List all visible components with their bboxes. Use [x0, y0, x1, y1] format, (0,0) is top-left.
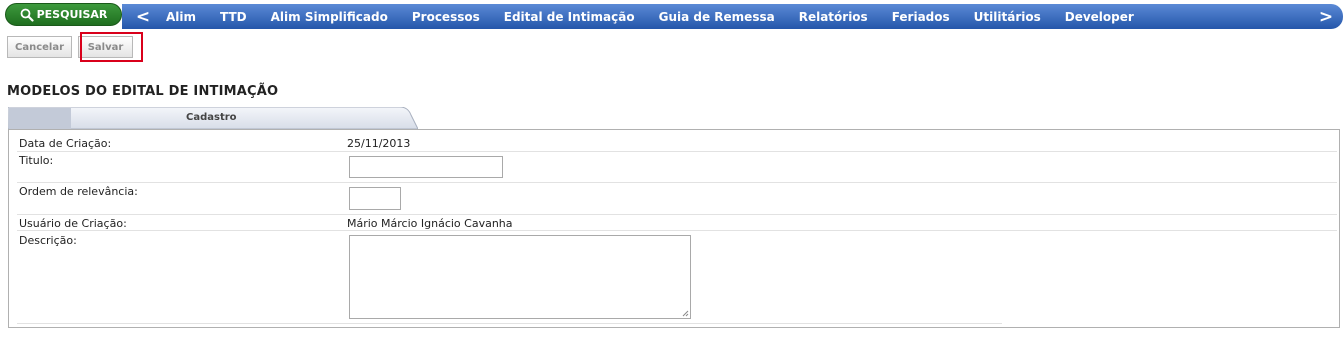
data-criacao-value: 25/11/2013	[347, 137, 411, 150]
menu-item-developer[interactable]: Developer	[1053, 10, 1146, 24]
row-divider	[17, 214, 1337, 215]
usuario-criacao-label: Usuário de Criação:	[19, 217, 127, 230]
menu-item-relatorios[interactable]: Relatórios	[787, 10, 880, 24]
page-title: MODELOS DO EDITAL DE INTIMAÇÃO	[7, 84, 279, 99]
row-divider	[17, 230, 1337, 231]
menu-item-utilitarios[interactable]: Utilitários	[962, 10, 1053, 24]
row-divider	[17, 323, 1002, 324]
save-button-highlight	[80, 32, 143, 62]
tab-cadastro[interactable]: Cadastro	[8, 107, 418, 129]
menu-item-alim-simplificado[interactable]: Alim Simplificado	[259, 10, 400, 24]
titulo-input[interactable]	[349, 156, 503, 178]
search-icon	[20, 8, 34, 22]
data-criacao-label: Data de Criação:	[19, 137, 112, 150]
row-divider	[17, 151, 1337, 152]
search-button[interactable]: PESQUISAR	[5, 3, 122, 26]
top-navigation: PESQUISAR < Alim TTD Alim Simplificado P…	[0, 3, 1343, 29]
ordem-relevancia-label: Ordem de relevância:	[19, 185, 138, 198]
cancel-button[interactable]: Cancelar	[7, 36, 72, 58]
descricao-label: Descrição:	[19, 234, 77, 247]
row-divider	[17, 182, 1337, 183]
menu-bar: < Alim TTD Alim Simplificado Processos E…	[122, 4, 1343, 29]
resize-handle-icon[interactable]	[681, 309, 689, 317]
tab-label: Cadastro	[186, 112, 237, 123]
menu-item-alim[interactable]: Alim	[154, 10, 208, 24]
descricao-textarea[interactable]	[349, 235, 691, 319]
ordem-relevancia-input[interactable]	[349, 187, 401, 210]
usuario-criacao-value: Mário Márcio Ignácio Cavanha	[347, 217, 513, 230]
cadastro-form: Data de Criação: 25/11/2013 Titulo: Orde…	[8, 129, 1340, 328]
menu-item-guia-de-remessa[interactable]: Guia de Remessa	[647, 10, 787, 24]
titulo-label: Titulo:	[19, 154, 54, 167]
menu-item-ttd[interactable]: TTD	[208, 10, 259, 24]
menu-item-feriados[interactable]: Feriados	[880, 10, 962, 24]
chevron-right-icon[interactable]: >	[1315, 7, 1337, 27]
menu-item-processos[interactable]: Processos	[400, 10, 492, 24]
menu-item-edital-de-intimacao[interactable]: Edital de Intimação	[492, 10, 647, 24]
chevron-left-icon[interactable]: <	[132, 7, 154, 27]
search-button-label: PESQUISAR	[36, 8, 108, 21]
menu-items: Alim TTD Alim Simplificado Processos Edi…	[154, 10, 1146, 24]
